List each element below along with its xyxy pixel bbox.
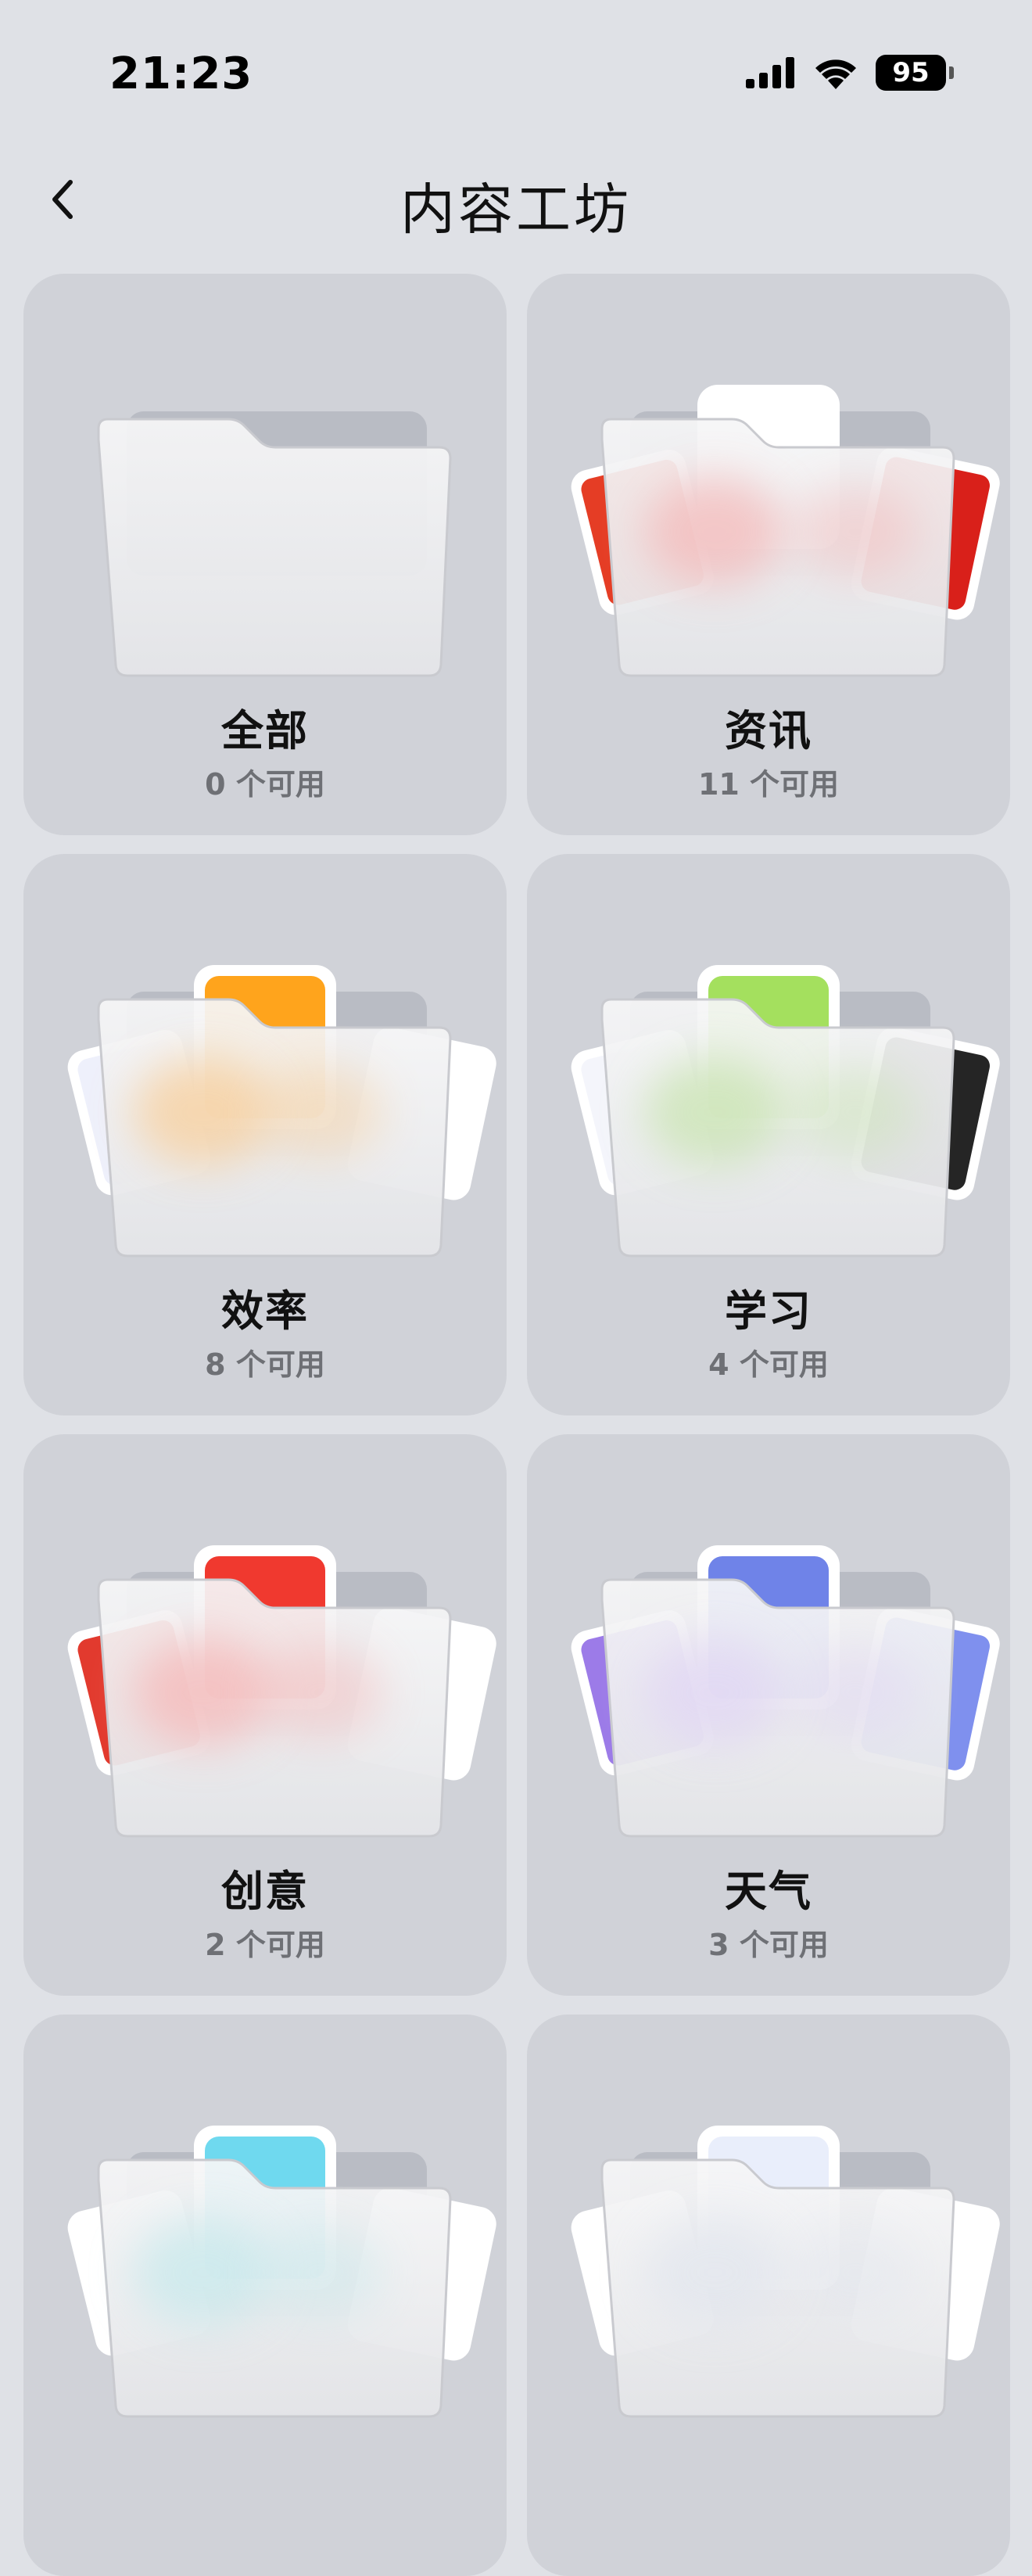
status-icons: 95 [746,55,954,91]
navigation-bar: 内容工坊 [0,149,1032,250]
category-card[interactable]: 创意 2 个可用 [23,1434,507,1996]
category-name: 效率 [221,1286,309,1336]
category-card[interactable]: 学习 4 个可用 [527,854,1010,1415]
battery-cap [949,66,954,79]
category-name: 全部 [221,706,309,755]
battery-icon: 95 [876,55,946,91]
category-count: 8 个可用 [205,1347,325,1382]
folder-icon [23,2015,507,2437]
category-card[interactable]: 全部 0 个可用 [23,274,507,835]
category-card[interactable] [527,2015,1010,2576]
cellular-signal-icon [746,57,794,88]
wifi-icon [815,59,856,89]
category-name: 学习 [725,1286,812,1336]
category-grid: 全部 0 个可用 资讯 11 个可用 效率 8 个可用 学习 4 个可用 创意 … [23,274,1010,2576]
status-bar: 21:23 95 [0,0,1032,149]
battery-level: 95 [892,57,930,88]
category-name: 创意 [221,1867,309,1916]
folder-icon [23,1434,507,1857]
category-count: 11 个可用 [697,767,840,802]
folder-icon [527,274,1010,696]
category-count: 2 个可用 [205,1928,325,1962]
category-name: 天气 [725,1867,812,1916]
folder-icon [527,1434,1010,1857]
status-time: 21:23 [109,48,253,99]
category-count: 3 个可用 [708,1928,829,1962]
category-count: 0 个可用 [205,767,325,802]
category-card[interactable]: 资讯 11 个可用 [527,274,1010,835]
folder-icon [23,274,507,696]
category-card[interactable]: 效率 8 个可用 [23,854,507,1415]
page-title: 内容工坊 [400,178,632,242]
category-card[interactable] [23,2015,507,2576]
folder-front [97,418,452,677]
folder-icon [527,2015,1010,2437]
folder-icon [527,854,1010,1276]
category-name: 资讯 [725,706,812,755]
category-count: 4 个可用 [708,1347,829,1382]
folder-icon [23,854,507,1276]
category-card[interactable]: 天气 3 个可用 [527,1434,1010,1996]
